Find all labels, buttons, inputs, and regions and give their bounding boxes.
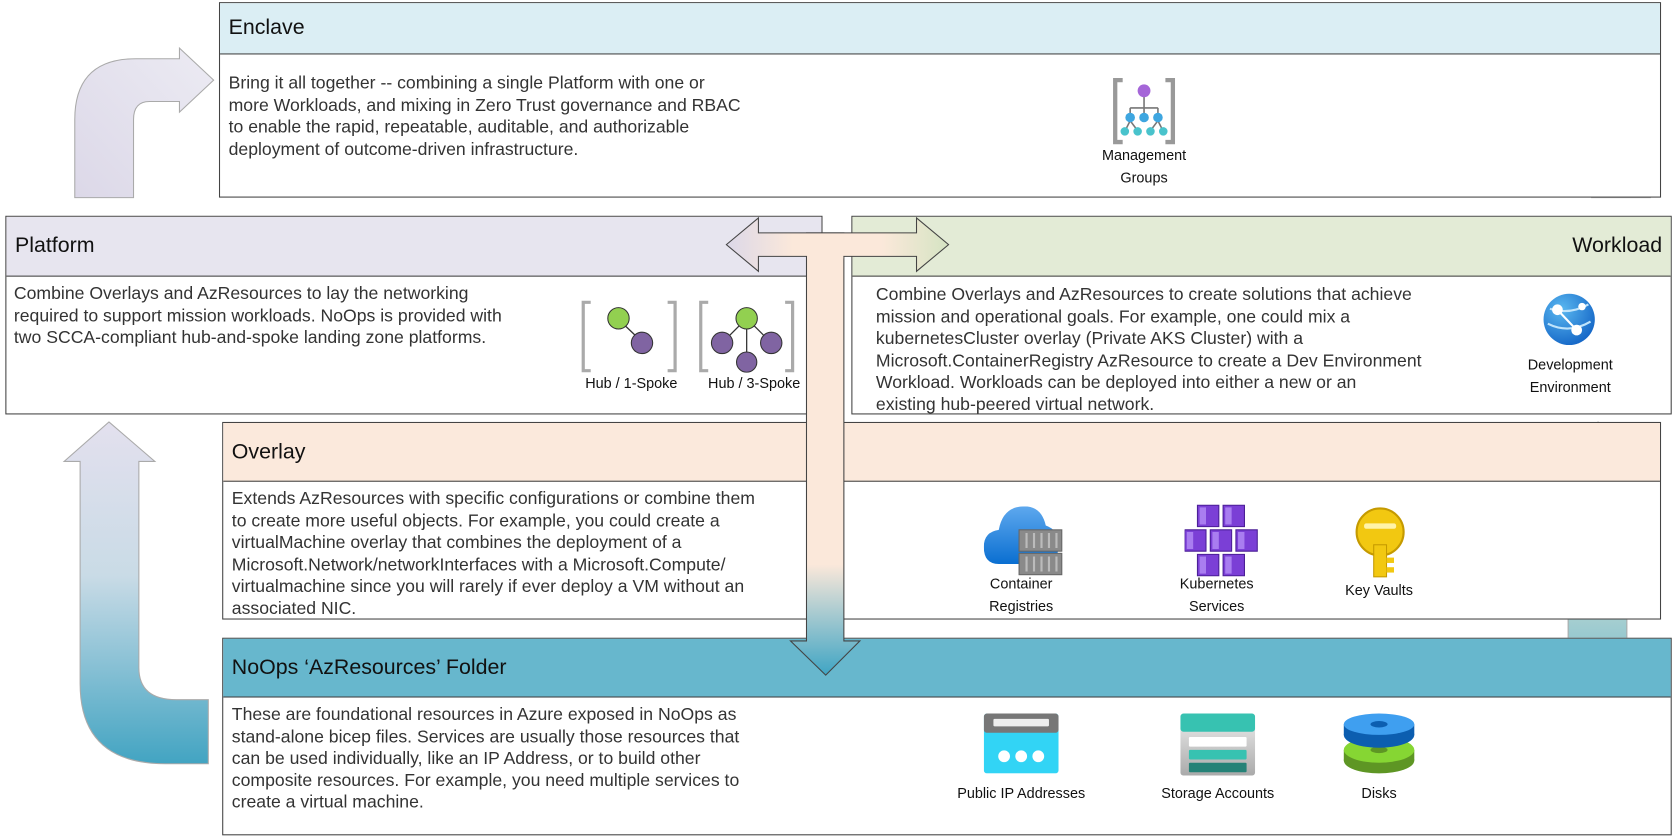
kubernetes-services-icon bbox=[1184, 504, 1258, 577]
text-line: Microsoft.Network/networkInterfaces with… bbox=[231, 554, 726, 575]
azresources-panel: NoOps ‘AzResources’ Folder These are fou… bbox=[222, 637, 1672, 836]
text-line: composite resources. For example, you ne… bbox=[231, 770, 740, 790]
enclave-panel: Enclave Bring it all together -- combini… bbox=[218, 2, 1662, 198]
public-ip-addresses-label: Public IP Addresses bbox=[957, 785, 1086, 802]
text-line: Combine Overlays and AzResources to lay … bbox=[13, 284, 469, 304]
enclave-header: Enclave bbox=[220, 3, 1660, 55]
text-line: mission and operational goals. For examp… bbox=[875, 307, 1351, 327]
text-line: stand-alone bicep files. Services are us… bbox=[231, 726, 740, 747]
management-groups-icon bbox=[1113, 77, 1176, 145]
text-line: kubernetesCluster overlay (Private AKS C… bbox=[875, 329, 1304, 349]
storage-accounts-label: Storage Accounts bbox=[1161, 785, 1275, 802]
container-registries-label: Container Registries bbox=[989, 575, 1054, 615]
text-line: Bring it all together -- combining a sin… bbox=[228, 73, 705, 93]
overlay-panel: Overlay Extends AzResources with specifi… bbox=[222, 421, 1662, 620]
public-ip-addresses-icon bbox=[983, 713, 1059, 774]
development-environment-icon bbox=[1543, 293, 1595, 346]
disks-label: Disks bbox=[1361, 785, 1397, 802]
azresources-header: NoOps ‘AzResources’ Folder bbox=[223, 638, 1671, 698]
text-line: virtualmachine since you will rarely if … bbox=[231, 576, 745, 597]
hub-3-spoke-icon bbox=[699, 300, 795, 373]
text-line: more Workloads, and mixing in Zero Trust… bbox=[228, 95, 741, 115]
storage-accounts-icon bbox=[1180, 713, 1256, 776]
overlay-description: Extends AzResources with specific config… bbox=[232, 488, 755, 619]
platform-title: Platform bbox=[14, 233, 95, 258]
arrow-azresources-to-platform bbox=[62, 421, 209, 765]
text-line: Microsoft.ContainerRegistry AzResource t… bbox=[875, 350, 1422, 371]
kubernetes-services-label: Kubernetes Services bbox=[1179, 575, 1254, 615]
disks-icon bbox=[1343, 713, 1415, 774]
hub-1-spoke-label: Hub / 1-Spoke bbox=[585, 374, 678, 391]
text-line: Workload. Workloads can be deployed into… bbox=[875, 372, 1357, 393]
text-line: required to support mission workloads. N… bbox=[13, 306, 502, 326]
text-line: create a virtual machine. bbox=[231, 792, 424, 812]
development-environment-label: Development Environment bbox=[1527, 356, 1613, 396]
workload-header: Workload bbox=[852, 216, 1671, 277]
enclave-description: Bring it all together -- combining a sin… bbox=[229, 73, 741, 161]
overlay-header: Overlay bbox=[223, 423, 1660, 482]
arrow-platform-to-enclave bbox=[74, 46, 215, 199]
text-line: These are foundational resources in Azur… bbox=[231, 705, 737, 725]
management-groups-label: Management Groups bbox=[1101, 147, 1187, 186]
workload-title: Workload bbox=[1572, 233, 1663, 258]
hub-1-spoke-icon bbox=[581, 300, 677, 373]
key-vaults-icon bbox=[1355, 507, 1405, 578]
text-line: existing hub-peered virtual network. bbox=[875, 394, 1155, 414]
text-line: virtualMachine overlay that combines the… bbox=[231, 533, 682, 553]
key-vaults-label: Key Vaults bbox=[1345, 582, 1413, 599]
text-line: to create more useful objects. For examp… bbox=[231, 511, 720, 531]
platform-header: Platform bbox=[6, 216, 822, 277]
container-registries-icon bbox=[983, 506, 1063, 576]
text-line: associated NIC. bbox=[231, 598, 357, 618]
text-line: Combine Overlays and AzResources to crea… bbox=[875, 285, 1412, 305]
platform-description: Combine Overlays and AzResources to lay … bbox=[14, 283, 502, 349]
azresources-title: NoOps ‘AzResources’ Folder bbox=[231, 655, 507, 679]
text-line: Extends AzResources with specific config… bbox=[231, 489, 755, 509]
workload-description: Combine Overlays and AzResources to crea… bbox=[876, 284, 1422, 415]
overlay-title: Overlay bbox=[231, 439, 306, 464]
text-line: to enable the rapid, repeatable, auditab… bbox=[228, 117, 690, 137]
text-line: two SCCA-compliant hub-and-spoke landing… bbox=[13, 327, 487, 348]
hub-3-spoke-label: Hub / 3-Spoke bbox=[708, 374, 801, 391]
platform-panel: Platform Combine Overlays and AzResource… bbox=[5, 215, 823, 415]
text-line: deployment of outcome-driven infrastruct… bbox=[228, 139, 579, 159]
enclave-title: Enclave bbox=[228, 16, 305, 40]
azresources-description: These are foundational resources in Azur… bbox=[232, 704, 739, 813]
text-line: can be used individually, like an IP Add… bbox=[231, 748, 701, 769]
workload-panel: Workload Combine Overlays and AzResource… bbox=[851, 215, 1672, 415]
